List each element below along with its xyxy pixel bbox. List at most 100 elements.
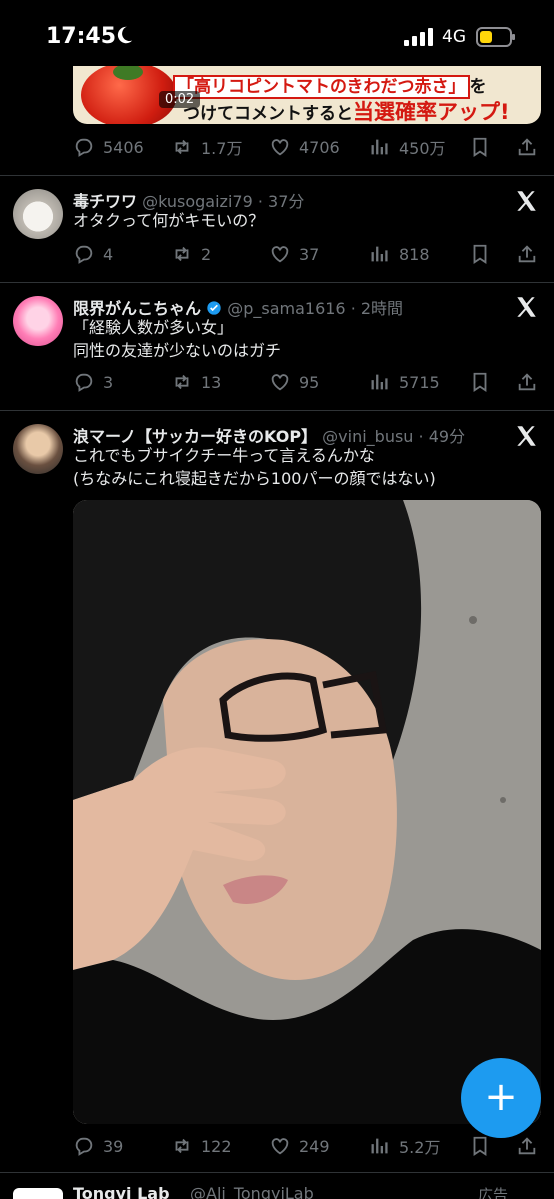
like-count: 37: [299, 244, 320, 264]
views-button[interactable]: 5715: [369, 368, 440, 396]
bookmark-button[interactable]: [469, 368, 491, 396]
share-button[interactable]: [516, 368, 538, 396]
avatar[interactable]: [13, 189, 63, 239]
verified-badge-icon: [207, 301, 221, 315]
tweet-text: これでもブサイクチー牛って言えるんかな (ちなみにこれ寝起きだから100パーの顔…: [73, 444, 436, 490]
x-logo-icon: [517, 426, 536, 446]
battery-icon: [476, 27, 515, 47]
divider: [0, 1172, 554, 1173]
tweet-photo[interactable]: [73, 500, 541, 1124]
signal-icon: [404, 28, 433, 46]
reply-count: 39: [103, 1136, 124, 1156]
repost-icon: [175, 139, 189, 155]
reply-button[interactable]: 5406: [73, 133, 144, 161]
moon-icon: [117, 26, 133, 44]
like-button[interactable]: 37: [269, 240, 319, 268]
handle[interactable]: @Ali_TongyiLab: [190, 1184, 314, 1199]
reply-icon: [75, 138, 93, 157]
ad-line2-pre: つけてコメントすると: [183, 104, 353, 124]
repost-icon: [175, 1138, 189, 1154]
share-icon: [518, 1137, 536, 1155]
x-logo-icon: [517, 191, 536, 211]
bookmark-icon: [473, 372, 487, 392]
divider: [0, 175, 554, 176]
views-button[interactable]: 818: [369, 240, 430, 268]
view-count: 5.2万: [399, 1138, 441, 1157]
tweet-text-line: オタクって何がキモいの？: [73, 211, 265, 230]
like-button[interactable]: 4706: [269, 133, 340, 161]
ad-line1-tail: を: [469, 77, 487, 97]
bookmark-icon: [473, 244, 487, 264]
bookmark-button[interactable]: [469, 240, 491, 268]
share-button[interactable]: [516, 1132, 538, 1160]
ad-tweet-actions: 5406 1.7万 4706 450万: [73, 133, 543, 161]
share-button[interactable]: [516, 240, 538, 268]
video-duration: 0:02: [159, 91, 201, 108]
heart-icon: [271, 246, 289, 263]
share-icon: [518, 138, 536, 156]
reply-button[interactable]: 4: [73, 240, 113, 268]
ad-text-line1: 「高リコピントマトのきわだつ赤さ」を: [173, 72, 487, 99]
plus-icon: +: [484, 1074, 518, 1120]
repost-count: 13: [201, 372, 222, 392]
reply-count: 4: [103, 244, 114, 264]
like-count: 95: [299, 372, 320, 392]
display-name[interactable]: Tongyi Lab: [73, 1184, 170, 1199]
ad-label: 広告: [478, 1186, 509, 1199]
heart-icon: [271, 1138, 289, 1155]
avatar[interactable]: [13, 296, 63, 346]
reply-icon: [75, 245, 93, 264]
tweet-text-line: 同性の友達が少ないのはガチ: [73, 341, 282, 360]
ad-line2-big: 当選確率アップ!: [353, 100, 510, 124]
reply-count: 3: [103, 372, 114, 392]
tweet-text: 「経験人数が多い女」 同性の友達が少ないのはガチ: [73, 316, 281, 362]
divider: [0, 282, 554, 283]
tweet-text-line: (ちなみにこれ寝起きだから100パーの顔ではない): [73, 469, 436, 488]
status-time: 17:45: [46, 24, 117, 49]
ad-text-line2: つけてコメントすると当選確率アップ!: [183, 96, 510, 124]
next-tweet[interactable]: Tongyi Lab @Ali_TongyiLab 広告: [0, 1178, 554, 1199]
view-count: 818: [399, 244, 430, 264]
ad-video[interactable]: 「高リコピントマトのきわだつ赤さ」を つけてコメントすると当選確率アップ! 0:…: [73, 66, 541, 124]
avatar[interactable]: [13, 424, 63, 474]
reply-button[interactable]: 39: [73, 1132, 123, 1160]
like-button[interactable]: 95: [269, 368, 319, 396]
view-count: 5715: [399, 372, 440, 392]
heart-icon: [271, 374, 289, 391]
bookmark-button[interactable]: [469, 1132, 491, 1160]
x-logo-icon: [517, 297, 536, 317]
views-icon: [371, 1138, 388, 1154]
tweet-actions: 4 2 37 818: [73, 240, 543, 268]
repost-count: 2: [201, 244, 212, 264]
avatar[interactable]: [13, 1188, 63, 1199]
repost-button[interactable]: 2: [171, 240, 211, 268]
compose-button[interactable]: +: [461, 1058, 541, 1138]
like-count: 4706: [299, 137, 340, 157]
repost-count: 1.7万: [201, 139, 243, 158]
repost-icon: [175, 374, 189, 390]
like-button[interactable]: 249: [269, 1132, 330, 1160]
views-button[interactable]: 5.2万: [369, 1132, 440, 1160]
tweet-text-line: これでもブサイクチー牛って言えるんかな: [73, 446, 375, 465]
bookmark-button[interactable]: [469, 133, 491, 161]
reply-count: 5406: [103, 137, 144, 157]
view-count: 450万: [399, 139, 446, 158]
photo-illustration: [73, 500, 541, 1124]
share-button[interactable]: [516, 133, 538, 161]
bookmark-icon: [473, 1136, 487, 1156]
tweet-text: オタクって何がキモいの？: [73, 209, 264, 232]
reply-icon: [75, 1137, 93, 1156]
repost-button[interactable]: 1.7万: [171, 133, 242, 161]
repost-button[interactable]: 13: [171, 368, 221, 396]
views-button[interactable]: 450万: [369, 133, 446, 161]
reply-icon: [75, 373, 93, 392]
reply-button[interactable]: 3: [73, 368, 113, 396]
repost-icon: [175, 246, 189, 262]
timestamp[interactable]: 2時間: [361, 299, 403, 318]
timestamp[interactable]: 37分: [268, 192, 304, 211]
repost-count: 122: [201, 1136, 232, 1156]
share-icon: [518, 373, 536, 391]
repost-button[interactable]: 122: [171, 1132, 232, 1160]
like-count: 249: [299, 1136, 330, 1156]
divider: [0, 410, 554, 411]
